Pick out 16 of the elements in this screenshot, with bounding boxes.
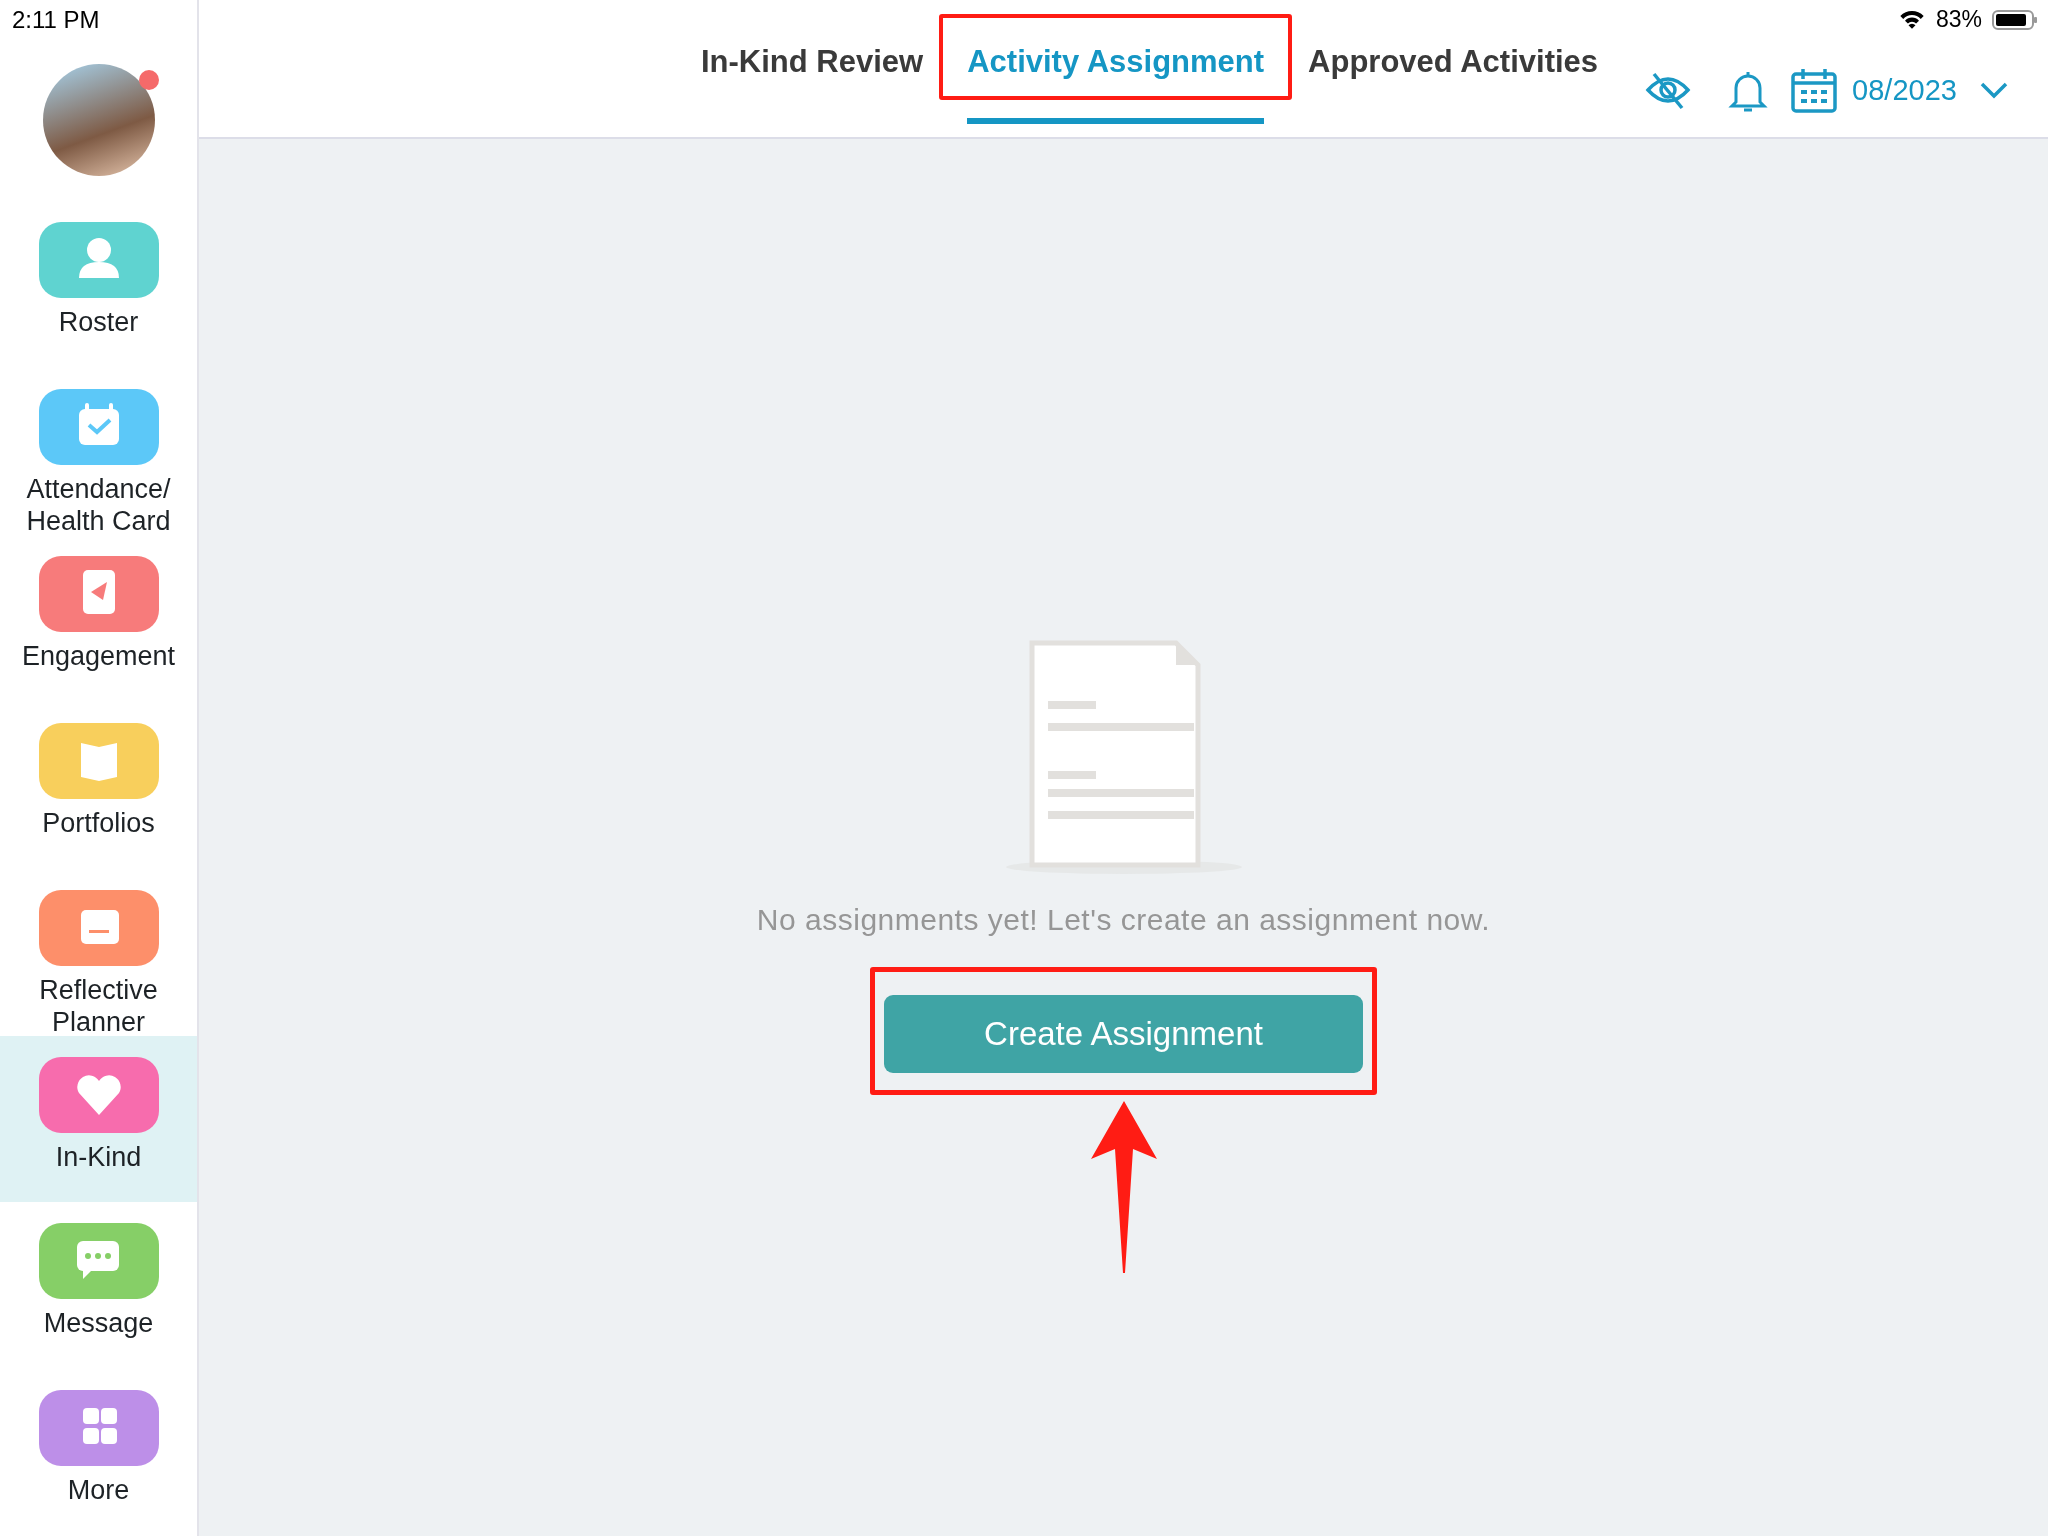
tab[interactable]: Approved Activities bbox=[1308, 44, 1599, 124]
battery-icon bbox=[1992, 9, 2038, 30]
empty-state-message: No assignments yet! Let's create an assignment now. bbox=[756, 903, 1491, 937]
sidebar-item[interactable]: Reflective Planner bbox=[0, 868, 197, 1036]
sidebar-item[interactable]: More bbox=[0, 1369, 197, 1536]
status-time: 2:11 PM bbox=[11, 5, 101, 35]
tab[interactable]: In-Kind Review bbox=[701, 44, 924, 124]
sidebar-item[interactable]: Engagement bbox=[0, 534, 197, 702]
calendar-icon bbox=[1790, 66, 1839, 114]
sidebar-item[interactable]: Attendance/ Health Card bbox=[0, 367, 197, 535]
sidebar-item[interactable]: Portfolios bbox=[0, 701, 197, 869]
battery-percent: 83% bbox=[1935, 6, 1982, 33]
sidebar-item[interactable]: In-Kind bbox=[0, 1035, 197, 1203]
sidebar-item[interactable]: Roster bbox=[0, 200, 197, 368]
sidebar-item[interactable]: Message bbox=[0, 1202, 197, 1370]
chevron-down-icon bbox=[1978, 81, 2009, 99]
